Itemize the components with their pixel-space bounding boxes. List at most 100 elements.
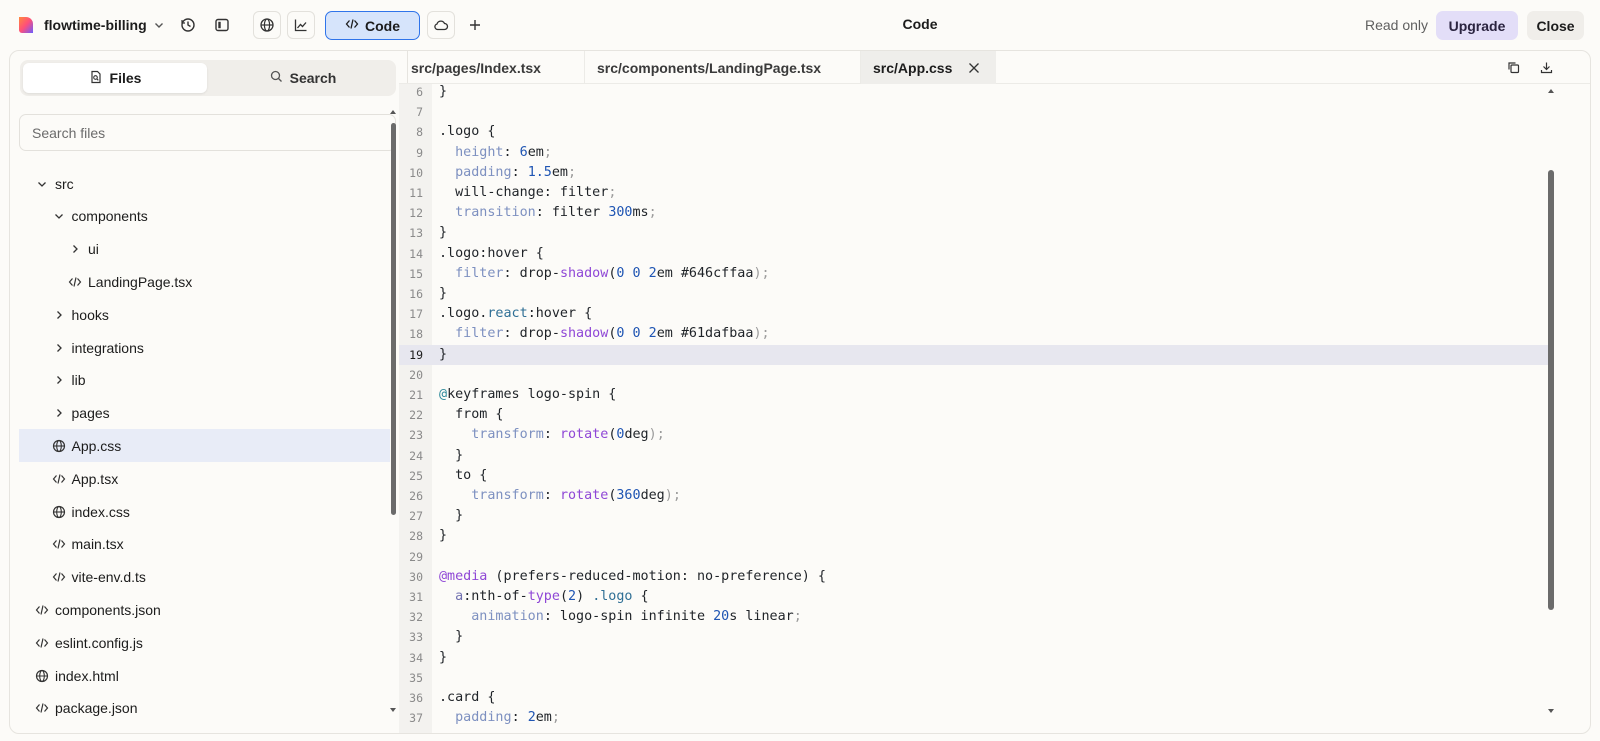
copy-icon[interactable] xyxy=(1505,59,1521,75)
code-line[interactable]: 27 } xyxy=(399,506,1549,526)
line-number: 31 xyxy=(409,590,423,604)
code-line[interactable]: 24 } xyxy=(399,446,1549,466)
line-number: 14 xyxy=(409,246,423,261)
editor-scroll-thumb[interactable] xyxy=(1548,170,1554,610)
upgrade-button[interactable]: Upgrade xyxy=(1436,11,1518,40)
file-tree-label: components xyxy=(71,208,148,225)
code-line[interactable]: 36 .card { xyxy=(399,688,1549,708)
code-line[interactable]: 19} xyxy=(399,344,1549,365)
file-tree-label: index.html xyxy=(55,667,119,684)
editor-scroll-up-arrow-icon[interactable] xyxy=(1547,87,1555,95)
file-tree-item[interactable]: integrations xyxy=(19,331,390,364)
file-tree-item[interactable]: pages xyxy=(19,397,390,430)
line-number: 22 xyxy=(409,408,423,423)
page-title: Code xyxy=(902,16,938,32)
code-line[interactable]: 16} xyxy=(399,284,1549,304)
line-code: animation: logo-spin infinite 20s linear… xyxy=(471,609,802,625)
file-tree-item[interactable]: components.json xyxy=(19,593,390,626)
file-tree-label: lib xyxy=(71,372,86,389)
line-number: 17 xyxy=(409,307,423,322)
tab-index-tsx[interactable]: src/pages/Index.tsx xyxy=(399,51,584,84)
line-code: will-change: filter; xyxy=(439,185,617,200)
code-line[interactable]: 13} xyxy=(399,223,1549,243)
file-tree-label: ui xyxy=(88,241,99,258)
file-tree-item[interactable]: App.css xyxy=(19,429,390,463)
code-line[interactable]: 6} xyxy=(399,84,1549,102)
search-files-input[interactable]: Search files xyxy=(19,114,396,151)
file-tree-item[interactable]: App.tsx xyxy=(19,462,390,495)
code-line[interactable]: 22 from { xyxy=(399,405,1549,425)
file-tree-item[interactable]: lib xyxy=(19,364,390,397)
line-code: from { xyxy=(439,407,504,423)
file-tree-label: LandingPage.tsx xyxy=(88,273,193,290)
code-line[interactable]: 14 .logo:hover { xyxy=(399,244,1549,264)
file-tree-label: App.tsx xyxy=(71,470,119,487)
file-tree-item[interactable]: eslint.config.js xyxy=(19,626,390,659)
code-line[interactable]: 18 filter: drop-shadow(0 0 2em #61dafbaa… xyxy=(399,324,1549,344)
code-line[interactable]: 7 xyxy=(399,102,1549,122)
file-tree-label: index.css xyxy=(71,503,130,520)
code-line[interactable]: 29 xyxy=(399,547,1549,567)
line-code: transform: rotate(0deg); xyxy=(471,427,665,443)
file-tree-item[interactable]: index.css xyxy=(19,495,390,528)
line-number: 30 xyxy=(409,569,423,584)
close-button[interactable]: Close xyxy=(1527,11,1584,40)
scroll-up-arrow-icon[interactable] xyxy=(389,108,397,116)
file-tree-label: main.tsx xyxy=(71,536,124,553)
code-line[interactable]: 33 } xyxy=(399,627,1549,647)
line-number: 34 xyxy=(409,650,423,665)
code-content[interactable]: 6} 7 8 .logo {9 height: 6em; 10 padding: 1.5… xyxy=(399,84,1549,733)
file-tree-item[interactable]: components xyxy=(19,200,390,233)
code-line[interactable]: 12 transition: filter 300ms; xyxy=(399,203,1549,223)
sidebar-scroll-thumb[interactable] xyxy=(391,123,396,515)
line-number: 12 xyxy=(409,206,423,221)
code-line[interactable]: 30 @media (prefers-reduced-motion: no-pre… xyxy=(399,567,1549,587)
tab-app-css[interactable]: src/App.css xyxy=(861,51,996,84)
code-line[interactable]: 10 padding: 1.5em; xyxy=(399,163,1549,183)
code-line[interactable]: 8 .logo { xyxy=(399,122,1549,142)
chevron-down-icon xyxy=(33,175,51,193)
tab-label: src/App.css xyxy=(873,59,953,76)
tab-files[interactable]: Files xyxy=(23,63,207,93)
code-line[interactable]: 32 animation: logo-spin infinite 20s lin… xyxy=(399,607,1549,627)
code-line[interactable]: 35 xyxy=(399,668,1549,688)
code-line[interactable]: 20 xyxy=(399,365,1549,385)
line-number: 9 xyxy=(416,145,423,160)
code-file-icon xyxy=(33,634,51,652)
line-code: } xyxy=(439,528,448,544)
sidebar-tab-switcher: Files Search xyxy=(20,60,396,96)
code-line[interactable]: 17 .logo.react:hover { xyxy=(399,304,1549,324)
code-line[interactable]: 11 will-change: filter; xyxy=(399,183,1549,203)
download-icon[interactable] xyxy=(1538,59,1554,75)
file-tree-item[interactable]: ui xyxy=(19,233,390,266)
code-line[interactable]: 37 padding: 2em; xyxy=(399,708,1549,728)
code-line[interactable]: 21 @keyframes logo-spin { xyxy=(399,385,1549,405)
tab-label: src/pages/Index.tsx xyxy=(411,59,541,76)
tab-landingpage-tsx[interactable]: src/components/LandingPage.tsx xyxy=(585,51,860,84)
code-line[interactable]: 15 filter: drop-shadow(0 0 2em #646cffaa… xyxy=(399,264,1549,284)
file-tree-item[interactable]: src xyxy=(19,167,390,200)
tab-search[interactable]: Search xyxy=(213,63,393,93)
file-tree-item[interactable]: index.html xyxy=(19,659,390,692)
top-bar: flowtime-billing Code Code Read only Upg… xyxy=(0,0,1600,50)
line-number: 6 xyxy=(416,85,423,99)
line-number: 20 xyxy=(409,367,423,382)
close-tab-icon[interactable] xyxy=(966,60,982,76)
file-tree-item[interactable]: vite-env.d.ts xyxy=(19,561,390,594)
code-line[interactable]: 26 transform: rotate(360deg); xyxy=(399,486,1549,506)
file-tree-item[interactable]: package.json xyxy=(19,692,390,725)
file-tree-item[interactable]: hooks xyxy=(19,298,390,331)
code-line[interactable]: 23 transform: rotate(0deg); xyxy=(399,425,1549,445)
code-line[interactable]: 34} xyxy=(399,648,1549,668)
code-line[interactable]: 9 height: 6em; xyxy=(399,143,1549,163)
file-tree-item[interactable]: main.tsx xyxy=(19,528,390,561)
code-line[interactable]: 31 a:nth-of-type(2) .logo { xyxy=(399,587,1549,607)
editor-scroll-down-arrow-icon[interactable] xyxy=(1547,707,1555,715)
code-line[interactable]: 25 to { xyxy=(399,466,1549,486)
line-code: filter: drop-shadow(0 0 2em #61dafbaa); xyxy=(455,326,770,342)
file-tree-item[interactable]: LandingPage.tsx xyxy=(19,265,390,298)
line-number: 23 xyxy=(409,428,423,443)
line-code: to { xyxy=(439,467,488,483)
code-line[interactable]: 28} xyxy=(399,526,1549,546)
scroll-down-arrow-icon[interactable] xyxy=(389,706,397,714)
